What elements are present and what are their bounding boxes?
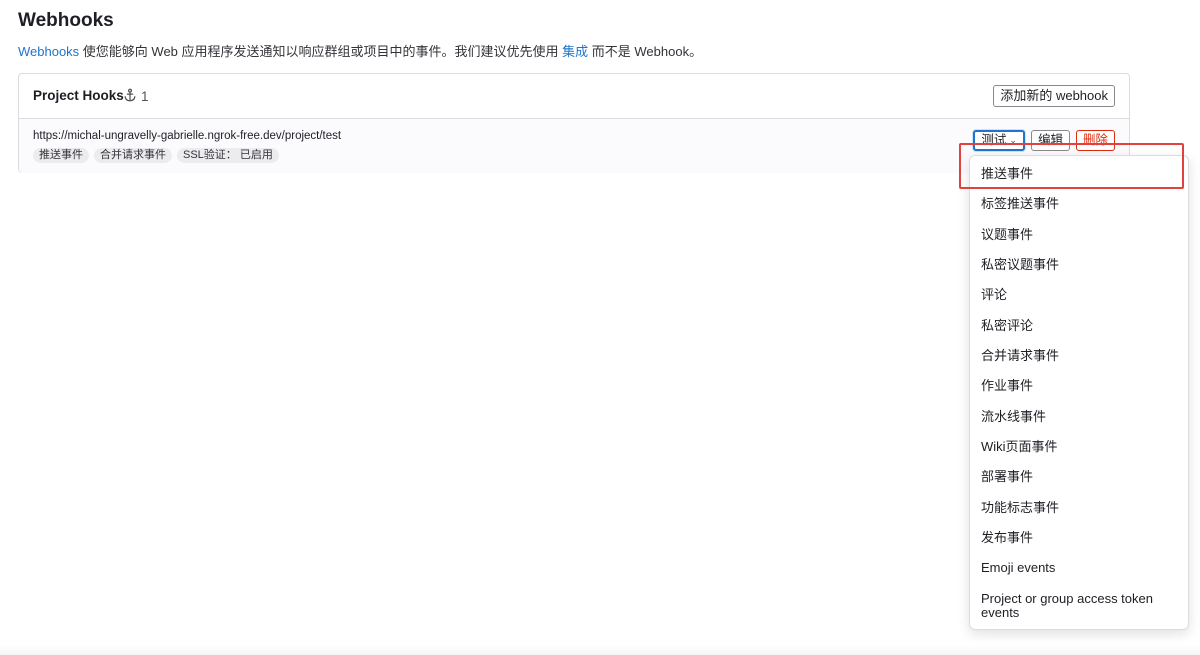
hook-actions: 测试 ⌄ 编辑 删除 (973, 130, 1115, 151)
dropdown-item-wiki-page-events[interactable]: Wiki页面事件 (981, 440, 1176, 454)
dropdown-item-push-events[interactable]: 推送事件 (981, 167, 1176, 181)
panel-title: Project Hooks (33, 88, 124, 103)
bottom-edge (0, 645, 1200, 655)
dropdown-item-merge-request-events[interactable]: 合并请求事件 (981, 349, 1176, 363)
delete-button[interactable]: 删除 (1075, 130, 1115, 151)
dropdown-item-emoji-events[interactable]: Emoji events (981, 561, 1176, 575)
badge-merge-request-events: 合并请求事件 (94, 148, 172, 163)
test-event-dropdown: 推送事件 标签推送事件 议题事件 私密议题事件 评论 私密评论 合并请求事件 作… (969, 155, 1189, 630)
integrations-link[interactable]: 集成 (562, 44, 588, 59)
test-dropdown-button[interactable]: 测试 ⌄ (973, 130, 1025, 151)
dropdown-item-feature-flag-events[interactable]: 功能标志事件 (981, 501, 1176, 515)
add-webhook-button[interactable]: 添加新的 webhook (993, 85, 1115, 107)
project-hooks-panel: Project Hooks 1 添加新的 webhook https://mic… (18, 73, 1130, 173)
badge-ssl-verification: SSL验证： 已启用 (177, 148, 279, 163)
dropdown-item-job-events[interactable]: 作业事件 (981, 379, 1176, 393)
dropdown-item-access-token-events[interactable]: Project or group access token events (981, 592, 1176, 620)
hook-badges: 推送事件 合并请求事件 SSL验证： 已启用 (33, 148, 279, 163)
test-button-label: 测试 (981, 133, 1007, 147)
dropdown-item-issue-events[interactable]: 议题事件 (981, 228, 1176, 242)
hook-count-value: 1 (141, 89, 149, 104)
intro-text-2: 而不是 Webhook。 (588, 44, 703, 59)
dropdown-item-pipeline-events[interactable]: 流水线事件 (981, 410, 1176, 424)
page-description: Webhooks 使您能够向 Web 应用程序发送通知以响应群组或项目中的事件。… (18, 41, 702, 60)
dropdown-item-deployment-events[interactable]: 部署事件 (981, 470, 1176, 484)
hook-count: 1 (123, 88, 149, 105)
dropdown-item-tag-push-events[interactable]: 标签推送事件 (981, 197, 1176, 211)
dropdown-item-comments[interactable]: 评论 (981, 288, 1176, 302)
dropdown-item-confidential-issue-events[interactable]: 私密议题事件 (981, 258, 1176, 272)
intro-text-1: 使您能够向 Web 应用程序发送通知以响应群组或项目中的事件。我们建议优先使用 (79, 44, 563, 59)
anchor-icon (123, 88, 137, 105)
hook-url: https://michal-ungravelly-gabrielle.ngro… (33, 130, 342, 142)
page-title: Webhooks (18, 10, 114, 31)
panel-header: Project Hooks 1 添加新的 webhook (19, 74, 1129, 119)
dropdown-item-release-events[interactable]: 发布事件 (981, 531, 1176, 545)
dropdown-item-confidential-comments[interactable]: 私密评论 (981, 319, 1176, 333)
chevron-down-icon: ⌄ (1009, 135, 1017, 145)
webhooks-docs-link[interactable]: Webhooks (18, 44, 79, 59)
badge-push-events: 推送事件 (33, 148, 89, 163)
edit-button[interactable]: 编辑 (1030, 130, 1070, 151)
hook-row: https://michal-ungravelly-gabrielle.ngro… (19, 119, 1129, 173)
